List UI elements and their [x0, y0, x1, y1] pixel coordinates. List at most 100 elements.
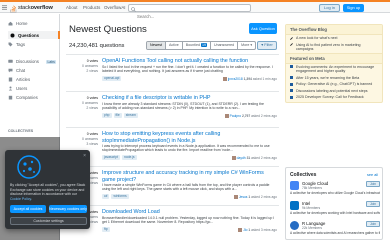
- question-title[interactable]: Checking if a file descriptor is writabl…: [102, 95, 277, 102]
- meta-item-link[interactable]: After 15 years, we're renaming the Beta: [296, 76, 359, 80]
- tab-newest[interactable]: Newest: [147, 42, 166, 49]
- see-all-link[interactable]: see all: [367, 172, 378, 178]
- asked-time[interactable]: asked 2 mins ago: [251, 195, 277, 199]
- user-link[interactable]: Paulpro: [230, 114, 241, 118]
- user-link[interactable]: Jlo: [243, 228, 247, 232]
- sidebar-item-home[interactable]: Home: [8, 21, 27, 26]
- avatar[interactable]: [224, 114, 229, 119]
- search-input[interactable]: [137, 14, 247, 19]
- tag[interactable]: ftp: [102, 227, 110, 232]
- meta-item-link[interactable]: Discussions labeling and potential next …: [296, 89, 368, 93]
- avatar[interactable]: [238, 228, 243, 233]
- tag-list: javascript node.js: [102, 155, 137, 160]
- meta-square-icon: [290, 95, 293, 99]
- question-stats: 0 votes 0 answers 2 views: [70, 59, 98, 74]
- asked-time[interactable]: asked 1 min ago: [253, 77, 277, 81]
- tab-bountied[interactable]: Bountied 19: [183, 42, 211, 49]
- question-summary: 0 votes 0 answers 2 views Checking if a …: [66, 91, 279, 127]
- avatar[interactable]: [222, 77, 227, 82]
- customize-settings-button[interactable]: Customize settings: [10, 217, 87, 225]
- stackoverflow-logo[interactable]: stackoverflow: [10, 3, 53, 13]
- asked-time[interactable]: asked 2 mins ago: [251, 156, 277, 160]
- question-meta: jpxxs2018 1,394 asked 1 min ago: [222, 77, 277, 82]
- user-reputation: 2,797: [241, 114, 251, 118]
- sidebar-item-articles[interactable]: Articles: [8, 77, 30, 82]
- meta-item-link[interactable]: 2025 Developer Survey: Call for Feedback: [296, 95, 364, 99]
- join-button[interactable]: Join: [366, 201, 380, 207]
- sidebar-item-discussions[interactable]: Discussions Labs: [8, 59, 57, 64]
- tag[interactable]: c#: [102, 194, 110, 199]
- join-button[interactable]: Join: [366, 181, 380, 187]
- sort-filter-group: Newest Active Bountied 19 Unanswered Mor…: [146, 41, 257, 50]
- tab-active[interactable]: Active: [166, 42, 183, 49]
- question-title[interactable]: How to stop emitting keypress events aft…: [102, 131, 277, 144]
- avatar[interactable]: [231, 156, 236, 161]
- close-icon[interactable]: ×: [83, 153, 86, 159]
- question-meta: daydh 31 asked 2 mins ago: [231, 156, 277, 161]
- question-title[interactable]: OpenAI Functions Tool calling not actual…: [102, 58, 277, 65]
- avatar[interactable]: [233, 195, 238, 200]
- view-count: 3 views: [86, 142, 98, 146]
- meta-item[interactable]: Evolving comments: An experiment to enco…: [286, 64, 382, 75]
- tag[interactable]: winforms: [111, 194, 129, 199]
- signup-button[interactable]: Sign up: [343, 4, 364, 12]
- sidebar-item-label: Discussions: [16, 59, 39, 64]
- sidebar-item-label: Tags: [16, 42, 26, 47]
- sidebar-item-label: Home: [16, 21, 28, 26]
- user-link[interactable]: Jesus: [239, 195, 248, 199]
- nav-products[interactable]: Products: [83, 4, 100, 12]
- intel-logo[interactable]: [290, 201, 299, 210]
- question-title[interactable]: Improve structure and accuracy tracking …: [102, 170, 277, 183]
- cookie-policy-link[interactable]: Cookie Policy: [10, 197, 31, 201]
- ask-question-button[interactable]: Ask Question: [249, 23, 277, 34]
- meta-item-link[interactable]: Evolving comments: An experiment to enco…: [296, 65, 374, 74]
- user-link[interactable]: jpxxs2018: [228, 77, 243, 81]
- r-language-logo[interactable]: [290, 221, 299, 230]
- article-icon: [8, 77, 13, 82]
- home-icon: [8, 21, 13, 26]
- user-reputation: 1,394: [243, 77, 252, 81]
- necessary-cookies-button[interactable]: Necessary cookies only: [49, 205, 87, 213]
- tab-unanswered[interactable]: Unanswered: [211, 42, 239, 49]
- google-cloud-logo[interactable]: [290, 181, 299, 190]
- blog-item-link[interactable]: A new look for what's next: [296, 36, 337, 40]
- question-summary: 0 votes 0 answers 3 views How to stop em…: [66, 127, 279, 166]
- companies-icon: [8, 95, 13, 100]
- search-box[interactable]: [128, 4, 251, 19]
- meta-item-link[interactable]: Policy: Generative AI (e.g., ChatGPT) is…: [296, 82, 372, 86]
- tag[interactable]: php: [102, 113, 112, 118]
- user-link[interactable]: daydh: [237, 156, 246, 160]
- tag[interactable]: stream: [123, 113, 138, 118]
- tag[interactable]: openai-api: [102, 76, 122, 81]
- sidebar-item-chat[interactable]: Chat: [8, 68, 25, 73]
- accept-all-cookies-button[interactable]: Accept all cookies: [10, 205, 46, 213]
- nav-overflowai[interactable]: OverflowAI: [104, 4, 125, 12]
- tag[interactable]: javascript: [102, 155, 120, 160]
- sidebar-item-users[interactable]: Users: [8, 86, 27, 91]
- overflow-blog-widget: The Overflow Blog A new look for what's …: [285, 24, 383, 103]
- search-icon: [131, 6, 136, 12]
- question-excerpt: So I listed the tool in the request + ru…: [102, 65, 273, 74]
- sidebar-item-companies[interactable]: Companies: [8, 95, 38, 100]
- blog-item[interactable]: Using AI to find patient zero in marketi…: [286, 42, 382, 53]
- sidebar-item-tags[interactable]: Tags: [8, 42, 25, 47]
- nav-about[interactable]: About: [66, 4, 77, 12]
- question-title[interactable]: Downloaded Word Load: [102, 209, 277, 216]
- question-stats: 0 votes 0 answers 2 views: [70, 96, 98, 111]
- join-button[interactable]: Join: [366, 221, 380, 227]
- tag[interactable]: node.js: [121, 155, 137, 160]
- asked-time[interactable]: asked 2 mins ago: [251, 114, 277, 118]
- login-button[interactable]: Log in: [319, 4, 340, 12]
- question-excerpt: I was trying to intercept process keyboa…: [102, 144, 270, 153]
- sidebar-item-questions[interactable]: Questions: [8, 31, 60, 39]
- blog-item-link[interactable]: Using AI to find patient zero in marketi…: [296, 43, 361, 52]
- labs-badge: Labs: [45, 59, 57, 64]
- question-summary: 0 votes 0 answers 2 views OpenAI Functio…: [66, 54, 279, 91]
- hamburger-icon[interactable]: [2, 5, 7, 10]
- meta-square-icon: [290, 89, 293, 92]
- tab-more[interactable]: More ▾: [238, 42, 255, 49]
- tag[interactable]: file: [113, 113, 122, 118]
- filter-button[interactable]: ▾ Filter: [257, 41, 277, 50]
- asked-time[interactable]: asked 3 mins ago: [251, 228, 277, 232]
- meta-item[interactable]: 2025 Developer Survey: Call for Feedback: [286, 94, 382, 102]
